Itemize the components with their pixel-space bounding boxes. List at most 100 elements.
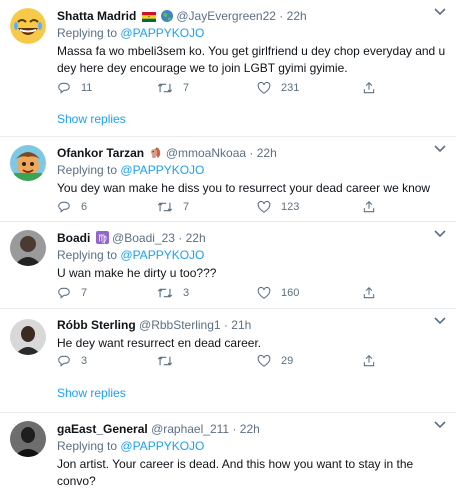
like-button[interactable]: 123	[257, 199, 299, 215]
share-button[interactable]	[362, 353, 386, 369]
replying-to: Replying to @PAPPYKOJO	[57, 248, 205, 262]
user-handle[interactable]: @mmoaNkoaa	[166, 146, 246, 160]
tweet-actions: 3 29	[57, 353, 397, 369]
display-name[interactable]: Boadi	[57, 231, 90, 245]
avatar[interactable]	[10, 421, 46, 457]
tweet-header: Róbb Sterling @RbbSterling1 · 21h	[57, 318, 252, 332]
tweet-text: You dey wan make he diss you to resurrec…	[57, 181, 431, 195]
tweet-text: U wan make he dirty u too???	[57, 266, 217, 280]
share-icon	[363, 287, 375, 299]
show-replies-link[interactable]: Show replies	[57, 111, 126, 127]
tweet-header: Ofankor Tarzan @mmoaNkoaa · 22h	[57, 145, 448, 161]
mention-link[interactable]: @PAPPYKOJO	[120, 248, 204, 262]
tweet[interactable]: Shatta Madrid @JayEvergreen22 · 22h Repl…	[0, 0, 456, 137]
share-icon	[363, 355, 375, 367]
timestamp[interactable]: 22h	[240, 422, 260, 436]
avatar-photo-icon	[10, 421, 46, 457]
like-icon	[257, 354, 271, 367]
share-icon	[363, 82, 375, 94]
retweet-button[interactable]: 7	[157, 199, 189, 215]
tweet-text: He dey want resurrect en dead career.	[57, 336, 262, 350]
more-caret-icon[interactable]	[434, 317, 446, 325]
share-button[interactable]	[362, 199, 386, 215]
retweet-button[interactable]	[157, 353, 183, 369]
reply-count: 11	[81, 82, 93, 94]
more-caret-icon[interactable]	[434, 145, 446, 153]
tweet[interactable]: Boadi ♍ @Boadi_23 · 22h Replying to @PAP…	[0, 222, 456, 309]
reply-count: 6	[81, 201, 88, 213]
tweet-text: Massa fa wo mbeli3sem ko. You get girlfr…	[57, 44, 446, 75]
more-caret-icon[interactable]	[434, 230, 446, 238]
tweet-actions: 6 7 123	[57, 199, 397, 215]
ghana-flag-icon	[141, 10, 156, 24]
display-name[interactable]: Róbb Sterling	[57, 318, 136, 332]
display-name[interactable]: Ofankor Tarzan	[57, 146, 144, 160]
tweet[interactable]: Ofankor Tarzan @mmoaNkoaa · 22h Replying…	[0, 137, 456, 222]
timestamp[interactable]: 22h	[186, 231, 206, 245]
share-button[interactable]	[362, 80, 386, 96]
tweet-text: Jon artist. Your career is dead. And thi…	[57, 457, 414, 488]
retweet-count: 3	[183, 287, 190, 299]
like-icon	[257, 81, 271, 94]
more-caret-icon[interactable]	[434, 8, 446, 16]
avatar-photo-icon	[10, 230, 46, 266]
squirrel-icon	[149, 146, 162, 161]
globe-icon	[161, 10, 174, 24]
reply-count: 3	[81, 355, 88, 367]
avatar-photo-icon	[10, 319, 46, 355]
like-button[interactable]: 29	[257, 353, 293, 369]
avatar-laughing-emoji-icon	[10, 8, 46, 44]
reply-icon	[58, 201, 70, 213]
virgo-sign-icon: ♍	[95, 231, 109, 246]
tweet-header: Shatta Madrid @JayEvergreen22 · 22h	[57, 8, 448, 24]
tweet-header: Boadi ♍ @Boadi_23 · 22h	[57, 230, 448, 246]
retweet-button[interactable]: 3	[157, 285, 189, 301]
tweet-actions: 7 3 160	[57, 285, 397, 301]
like-icon	[257, 200, 271, 213]
tweet-header: gaEast_General @raphael_211 · 22h	[57, 422, 260, 436]
avatar[interactable]	[10, 145, 46, 181]
timestamp[interactable]: 22h	[287, 9, 307, 23]
display-name[interactable]: Shatta Madrid	[57, 9, 136, 23]
avatar[interactable]	[10, 8, 46, 44]
mention-link[interactable]: @PAPPYKOJO	[120, 439, 204, 453]
like-button[interactable]: 160	[257, 285, 299, 301]
reply-icon	[58, 82, 70, 94]
share-button[interactable]	[362, 285, 386, 301]
retweet-icon	[157, 356, 173, 366]
timestamp[interactable]: 21h	[231, 318, 251, 332]
show-replies-link[interactable]: Show replies	[57, 385, 126, 401]
timestamp[interactable]: 22h	[257, 146, 277, 160]
retweet-icon	[157, 288, 173, 298]
reply-button[interactable]: 11	[57, 80, 92, 96]
avatar-cartoon-icon	[10, 145, 46, 181]
mention-link[interactable]: @PAPPYKOJO	[120, 26, 204, 40]
tweet[interactable]: Róbb Sterling @RbbSterling1 · 21h He dey…	[0, 309, 456, 413]
display-name[interactable]: gaEast_General	[57, 422, 148, 436]
reply-button[interactable]: 7	[57, 285, 87, 301]
avatar[interactable]	[10, 319, 46, 355]
reply-icon	[58, 287, 70, 299]
reply-icon	[58, 355, 70, 367]
user-handle[interactable]: @JayEvergreen22	[176, 9, 276, 23]
more-caret-icon[interactable]	[434, 421, 446, 429]
avatar[interactable]	[10, 230, 46, 266]
like-count: 231	[281, 82, 300, 94]
user-handle[interactable]: @raphael_211	[151, 422, 229, 436]
mention-link[interactable]: @PAPPYKOJO	[120, 163, 204, 177]
replying-to: Replying to @PAPPYKOJO	[57, 439, 205, 453]
replies-feed: Shatta Madrid @JayEvergreen22 · 22h Repl…	[0, 0, 456, 488]
user-handle[interactable]: @Boadi_23	[112, 231, 175, 245]
retweet-icon	[157, 202, 173, 212]
share-icon	[363, 201, 375, 213]
tweet[interactable]: gaEast_General @raphael_211 · 22h Replyi…	[0, 413, 456, 488]
retweet-button[interactable]: 7	[157, 80, 189, 96]
tweet-actions: 11 7 231	[57, 80, 397, 96]
reply-button[interactable]: 3	[57, 353, 87, 369]
reply-count: 7	[81, 287, 88, 299]
replying-to: Replying to @PAPPYKOJO	[57, 163, 205, 177]
user-handle[interactable]: @RbbSterling1	[139, 318, 221, 332]
reply-button[interactable]: 6	[57, 199, 87, 215]
like-button[interactable]: 231	[257, 80, 299, 96]
svg-text:♍: ♍	[98, 234, 107, 245]
